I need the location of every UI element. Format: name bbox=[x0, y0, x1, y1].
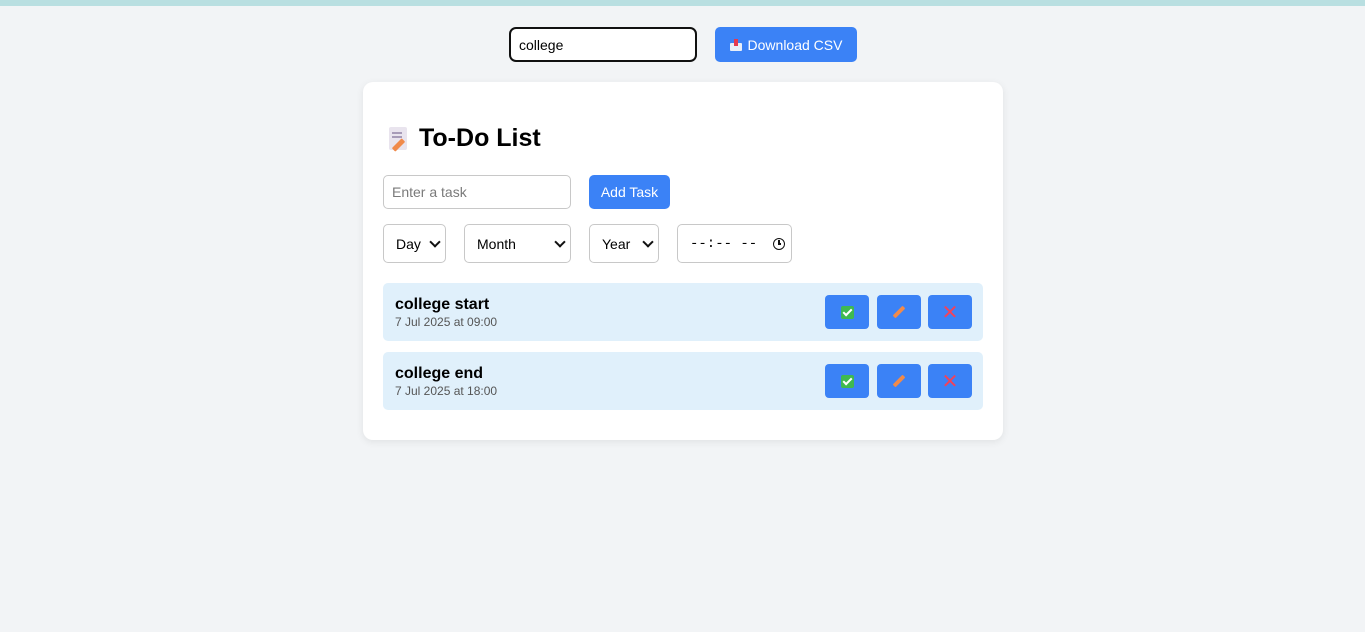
download-csv-button[interactable]: Download CSV bbox=[715, 27, 857, 62]
day-select[interactable]: Day bbox=[383, 224, 446, 263]
time-input[interactable]: --:-- -- bbox=[677, 224, 792, 263]
top-accent-bar bbox=[0, 0, 1365, 6]
task-date: 7 Jul 2025 at 09:00 bbox=[395, 315, 498, 329]
task-name: college start bbox=[395, 296, 490, 313]
pencil-icon bbox=[892, 305, 906, 319]
chevron-down-icon bbox=[642, 235, 654, 248]
memo-icon bbox=[387, 126, 409, 152]
check-mark-icon bbox=[840, 305, 854, 319]
month-select[interactable]: Month bbox=[464, 224, 571, 263]
task-date: 7 Jul 2025 at 18:00 bbox=[395, 384, 498, 398]
delete-task-button[interactable]: ✕ bbox=[928, 295, 972, 329]
year-select-value: Year bbox=[602, 235, 631, 252]
edit-task-button[interactable] bbox=[877, 364, 921, 398]
complete-task-button[interactable] bbox=[825, 364, 869, 398]
edit-task-button[interactable] bbox=[877, 295, 921, 329]
complete-task-button[interactable] bbox=[825, 295, 869, 329]
chevron-down-icon bbox=[554, 235, 566, 248]
task-item: college end 7 Jul 2025 at 18:00 ✕ bbox=[383, 352, 983, 410]
title-row: To-Do List bbox=[387, 124, 541, 153]
chevron-down-icon bbox=[429, 235, 441, 248]
task-input[interactable] bbox=[383, 175, 571, 209]
delete-task-button[interactable]: ✕ bbox=[928, 364, 972, 398]
page-title: To-Do List bbox=[419, 124, 541, 152]
cross-mark-icon: ✕ bbox=[941, 300, 959, 324]
task-name: college end bbox=[395, 365, 484, 382]
download-csv-label: Download CSV bbox=[747, 36, 843, 53]
pencil-icon bbox=[892, 374, 906, 388]
month-select-value: Month bbox=[477, 235, 516, 252]
outbox-tray-icon bbox=[729, 38, 742, 51]
add-task-button[interactable]: Add Task bbox=[589, 175, 670, 209]
cross-mark-icon: ✕ bbox=[941, 369, 959, 393]
task-item: college start 7 Jul 2025 at 09:00 ✕ bbox=[383, 283, 983, 341]
search-input[interactable] bbox=[509, 27, 697, 62]
clock-icon[interactable] bbox=[773, 237, 785, 250]
year-select[interactable]: Year bbox=[589, 224, 659, 263]
time-input-value: --:-- -- bbox=[690, 235, 758, 252]
check-mark-icon bbox=[840, 374, 854, 388]
todo-card: To-Do List Add Task Day Month Year --:--… bbox=[363, 82, 1003, 440]
day-select-value: Day bbox=[396, 235, 421, 252]
